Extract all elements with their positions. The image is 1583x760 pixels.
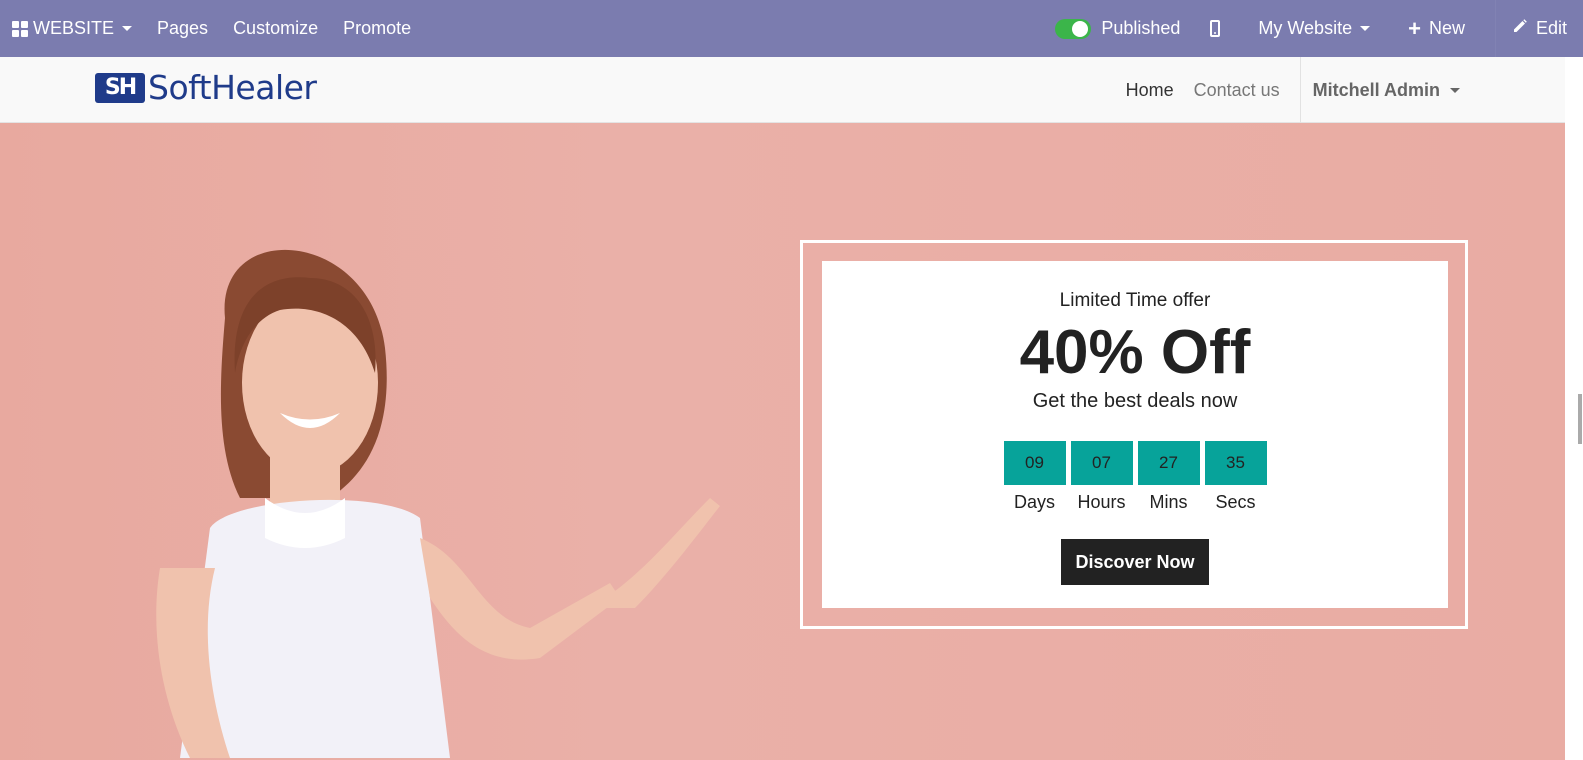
scrollbar-thumb[interactable]: [1578, 394, 1582, 444]
countdown-mins: 27 Mins: [1137, 441, 1200, 513]
topbar-right-controls: Published My Website + New Edit: [1055, 0, 1583, 57]
offer-title: 40% Off: [1019, 318, 1251, 387]
pencil-icon: [1512, 18, 1528, 39]
user-menu[interactable]: Mitchell Admin: [1299, 57, 1460, 123]
toggle-switch-icon: [1055, 18, 1092, 39]
page-scrollbar[interactable]: [1565, 57, 1583, 760]
countdown-days: 09 Days: [1003, 441, 1066, 513]
publish-toggle[interactable]: Published: [1055, 18, 1180, 39]
logo-mark: SH: [95, 72, 145, 103]
chevron-down-icon: [1360, 26, 1371, 31]
site-header: SH SoftHealer Home Contact us Mitchell A…: [0, 57, 1565, 123]
chevron-down-icon: [1450, 87, 1460, 93]
countdown-label: Days: [1013, 492, 1055, 512]
main-navigation: Home Contact us Mitchell Admin: [1106, 57, 1460, 123]
countdown-value: 27: [1137, 441, 1200, 485]
hero-model-image: [156, 249, 720, 758]
countdown-label: Hours: [1077, 492, 1126, 512]
pages-menu[interactable]: Pages: [157, 18, 208, 39]
user-name: Mitchell Admin: [1312, 79, 1440, 100]
site-selector-label: My Website: [1258, 18, 1353, 38]
mobile-preview-button[interactable]: [1210, 20, 1221, 37]
logo-text: SoftHealer: [148, 68, 317, 107]
mobile-preview-icon: [1210, 20, 1221, 37]
apps-menu-button[interactable]: WEBSITE: [12, 18, 133, 39]
site-selector[interactable]: My Website: [1258, 18, 1371, 39]
new-label: New: [1428, 18, 1465, 38]
offer-card: Limited Time offer 40% Off Get the best …: [822, 261, 1448, 608]
countdown-label: Secs: [1215, 492, 1256, 512]
countdown-secs: 35 Secs: [1204, 441, 1267, 513]
discover-now-button[interactable]: Discover Now: [1061, 539, 1209, 585]
website-editor-topbar: WEBSITE Pages Customize Promote Publishe…: [0, 0, 1583, 57]
countdown-hours: 07 Hours: [1070, 441, 1133, 513]
nav-contact-link[interactable]: Contact us: [1194, 80, 1280, 101]
customize-menu[interactable]: Customize: [233, 18, 318, 39]
plus-icon: +: [1408, 15, 1421, 41]
countdown-label: Mins: [1149, 492, 1188, 512]
edit-label: Edit: [1535, 18, 1567, 38]
published-label: Published: [1101, 18, 1181, 38]
edit-button[interactable]: Edit: [1494, 0, 1583, 57]
promote-menu[interactable]: Promote: [343, 18, 411, 39]
countdown-value: 07: [1070, 441, 1133, 485]
countdown-value: 09: [1003, 441, 1066, 485]
countdown-timer: 09 Days 07 Hours 27 Mins 35 Secs: [822, 441, 1448, 513]
brand-logo[interactable]: SH SoftHealer: [95, 68, 317, 107]
nav-home-link[interactable]: Home: [1126, 80, 1174, 101]
countdown-value: 35: [1204, 441, 1267, 485]
new-button[interactable]: + New: [1408, 15, 1465, 41]
apps-menu-label: WEBSITE: [33, 18, 115, 38]
apps-grid-icon: [12, 20, 28, 37]
chevron-down-icon: [122, 26, 133, 31]
offer-kicker: Limited Time offer: [1059, 290, 1211, 311]
offer-subtitle: Get the best deals now: [1032, 390, 1238, 412]
